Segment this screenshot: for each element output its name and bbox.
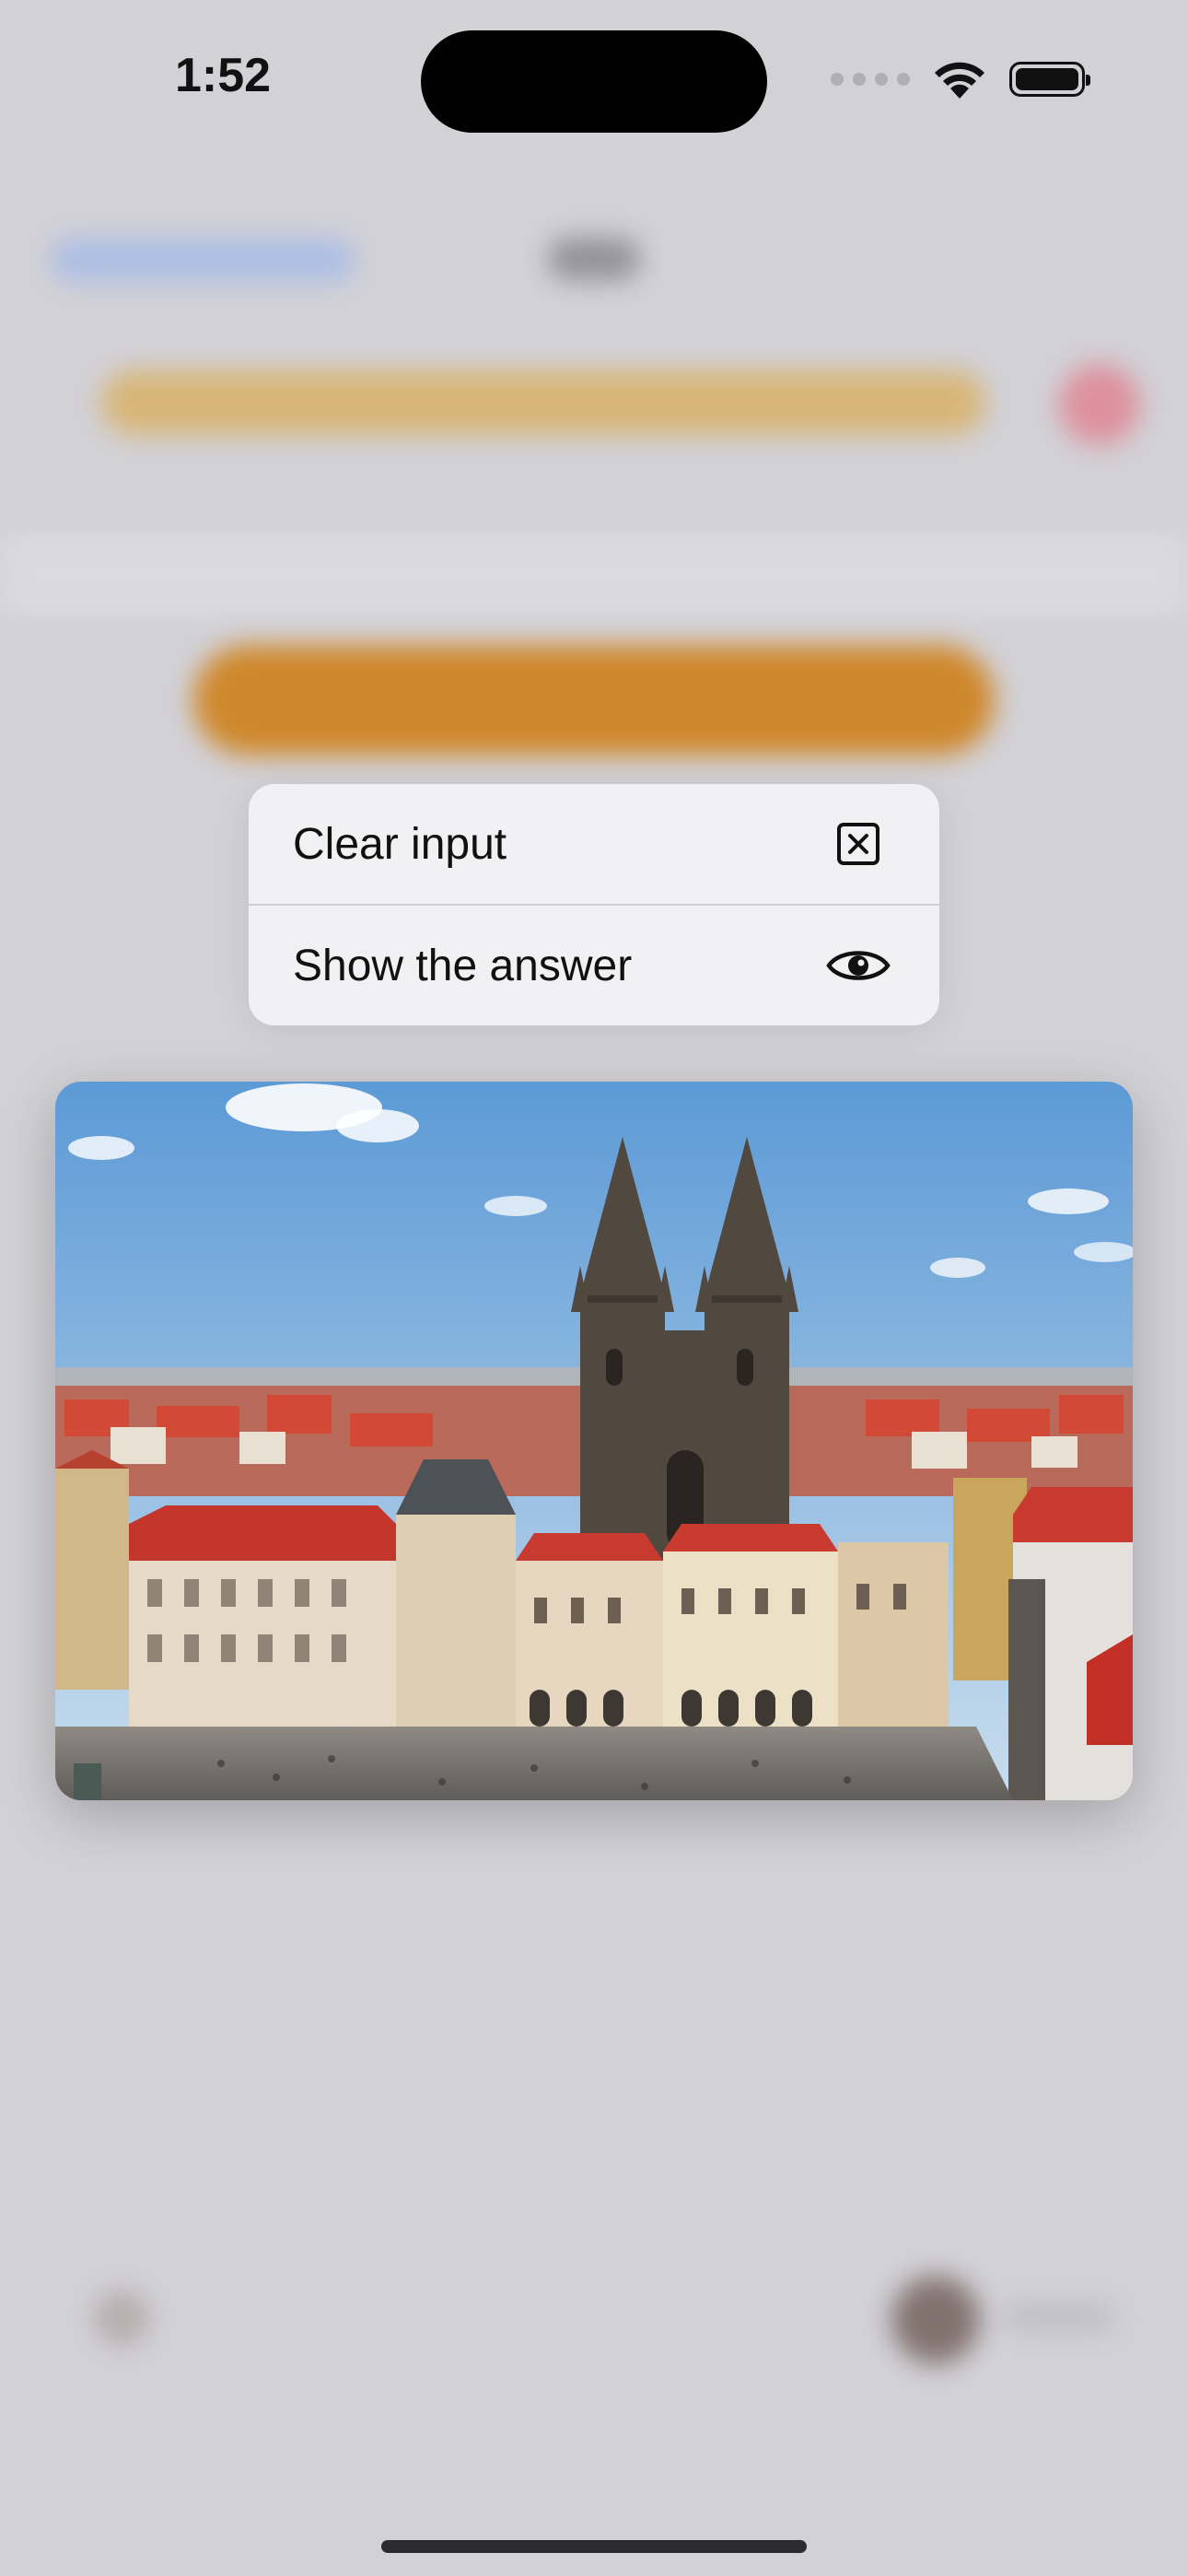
cellular-dots-icon (831, 73, 910, 86)
status-time: 1:52 (175, 49, 272, 102)
eye-icon (823, 931, 893, 1001)
menu-item-label: Clear input (293, 819, 507, 869)
home-indicator[interactable] (381, 2540, 807, 2553)
title-blurred (548, 238, 640, 280)
flag-icon-blurred (1059, 364, 1140, 445)
bottom-right-label-blurred (1004, 2303, 1114, 2331)
answer-input-blurred (0, 534, 1188, 615)
wifi-icon (935, 62, 984, 99)
question-banner-blurred (101, 370, 985, 435)
menu-item-clear-input[interactable]: Clear input (249, 784, 939, 904)
status-icons (831, 57, 1090, 101)
back-button-blurred (51, 238, 355, 282)
submit-button-blurred (193, 645, 995, 755)
photo-old-town-church-towers[interactable] (55, 1082, 1133, 1800)
bottom-left-icon-blurred (94, 2290, 149, 2346)
menu-item-show-answer[interactable]: Show the answer (249, 906, 939, 1025)
menu-item-label: Show the answer (293, 941, 633, 990)
clear-box-icon (823, 809, 893, 879)
context-menu: Clear input Show the answer (249, 784, 939, 1025)
dynamic-island (421, 30, 767, 133)
avatar-blurred (891, 2276, 980, 2364)
battery-icon (1009, 62, 1090, 97)
